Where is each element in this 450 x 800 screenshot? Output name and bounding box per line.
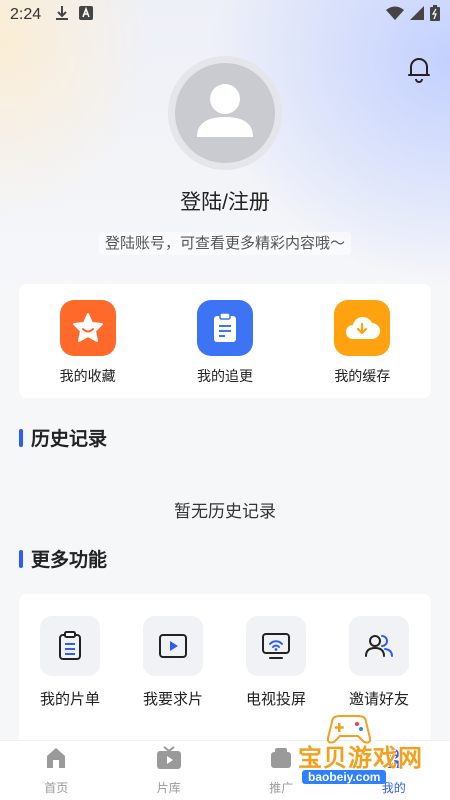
history-title: 历史记录	[31, 429, 108, 450]
user-silhouette-icon	[197, 84, 253, 137]
cast-screen-icon	[246, 616, 306, 676]
login-subtitle-text: 登陆账号，可查看更多精彩内容哦～	[98, 232, 351, 255]
login-subtitle: 登陆账号，可查看更多精彩内容哦～	[0, 232, 450, 255]
func-label: 邀请好友	[348, 691, 409, 708]
func-label: 我的片单	[39, 691, 100, 708]
clipboard-icon	[196, 300, 253, 356]
func-item-request-video[interactable]: 我要求片	[123, 616, 223, 709]
status-bar: 2:24	[0, 0, 450, 30]
func-item-tv-cast[interactable]: 电视投屏	[226, 616, 326, 709]
quick-actions-card: 我的收藏 我的追更 我的缓存	[19, 284, 431, 398]
quick-label: 我的缓存	[334, 368, 391, 384]
watermark-url: baobeiy.com	[302, 770, 387, 784]
login-register-link[interactable]: 登陆/注册	[0, 186, 450, 216]
watermark: 宝贝游戏网 baobeiy.com	[280, 712, 450, 792]
a-box-icon	[79, 5, 94, 25]
nav-item-library[interactable]: 片库	[124, 745, 214, 796]
list-clipboard-icon	[40, 616, 100, 676]
cloud-download-icon	[334, 300, 391, 356]
quick-label: 我的收藏	[59, 368, 116, 384]
quick-item-favorites[interactable]: 我的收藏	[28, 300, 148, 386]
func-item-invite-friends[interactable]: 邀请好友	[329, 616, 429, 709]
history-empty-text: 暂无历史记录	[174, 502, 276, 521]
wifi-icon	[386, 6, 404, 25]
star-icon	[59, 300, 116, 356]
quick-item-following[interactable]: 我的追更	[165, 300, 285, 386]
home-icon	[44, 746, 68, 775]
watermark-text: 宝贝游戏网	[298, 744, 423, 772]
avatar[interactable]	[168, 56, 282, 170]
download-icon	[55, 5, 69, 26]
battery-icon	[430, 4, 440, 26]
nav-label: 首页	[44, 780, 69, 795]
quick-item-cache[interactable]: 我的缓存	[302, 300, 422, 386]
more-functions-title: 更多功能	[31, 550, 108, 571]
nav-item-home[interactable]: 首页	[11, 746, 101, 796]
func-item-my-playlist[interactable]: 我的片单	[20, 616, 120, 709]
signal-icon	[410, 5, 424, 25]
play-request-icon	[143, 616, 203, 676]
notification-bell-icon[interactable]	[404, 54, 434, 84]
history-section-title: 历史记录	[19, 424, 107, 451]
more-functions-section-title: 更多功能	[19, 545, 107, 572]
quick-label: 我的追更	[196, 368, 253, 384]
library-icon	[156, 745, 182, 775]
func-label: 我要求片	[142, 691, 203, 708]
section-accent-bar	[19, 549, 23, 568]
func-label: 电视投屏	[245, 691, 306, 708]
status-time: 2:24	[10, 6, 42, 23]
invite-friends-icon	[349, 616, 409, 676]
nav-label: 片库	[156, 780, 181, 795]
section-accent-bar	[19, 428, 23, 447]
